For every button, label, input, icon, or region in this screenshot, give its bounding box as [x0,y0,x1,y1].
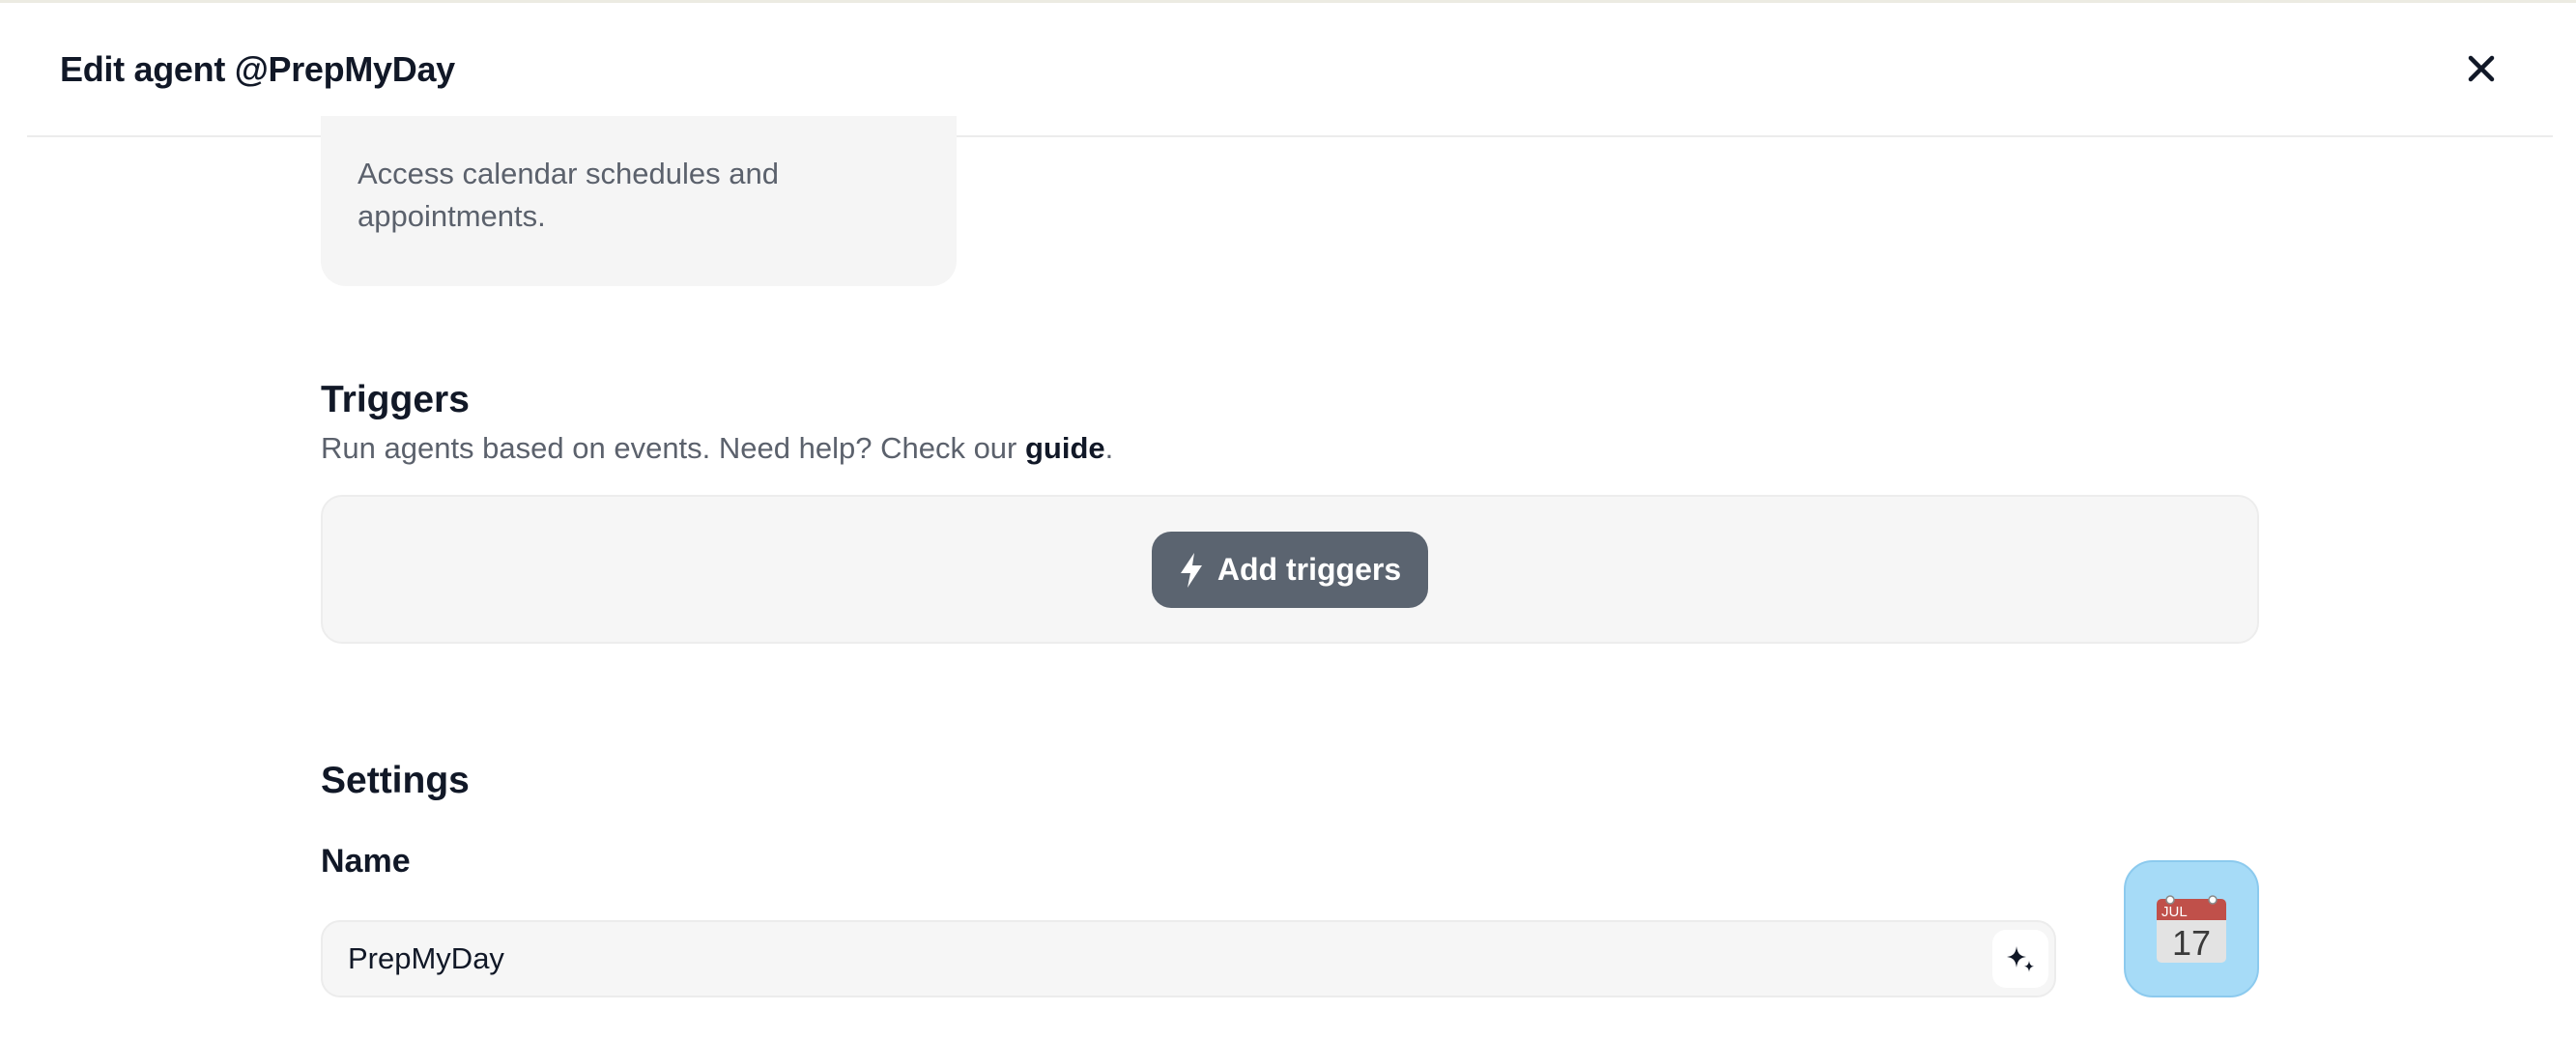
triggers-subtitle-text: Run agents based on events. Need help? C… [321,431,1025,465]
calendar-tool-card: Access calendar schedules and appointmen… [321,116,957,286]
calendar-day: 17 [2172,923,2211,963]
agent-avatar[interactable]: JUL 17 [2124,860,2259,997]
sparkle-icon [2007,946,2034,972]
name-field [321,920,2056,997]
calendar-month: JUL [2161,904,2188,920]
lightning-bolt-icon [1180,552,1202,588]
triggers-subtitle-period: . [1104,431,1114,465]
triggers-heading: Triggers [321,379,470,420]
guide-link[interactable]: guide [1025,431,1105,465]
calendar-icon: JUL 17 [2157,895,2226,963]
dialog-title: Edit agent @PrepMyDay [60,49,455,89]
name-label: Name [321,843,411,880]
add-triggers-button[interactable]: Add triggers [1152,532,1428,608]
add-triggers-label: Add triggers [1216,552,1402,587]
tool-description: Access calendar schedules and appointmen… [358,157,779,233]
name-input[interactable] [348,922,1952,996]
close-icon [2468,55,2495,82]
settings-heading: Settings [321,760,470,801]
triggers-subtitle: Run agents based on events. Need help? C… [321,431,1113,466]
close-button[interactable] [2460,47,2503,90]
generate-name-button[interactable] [1992,930,2048,988]
